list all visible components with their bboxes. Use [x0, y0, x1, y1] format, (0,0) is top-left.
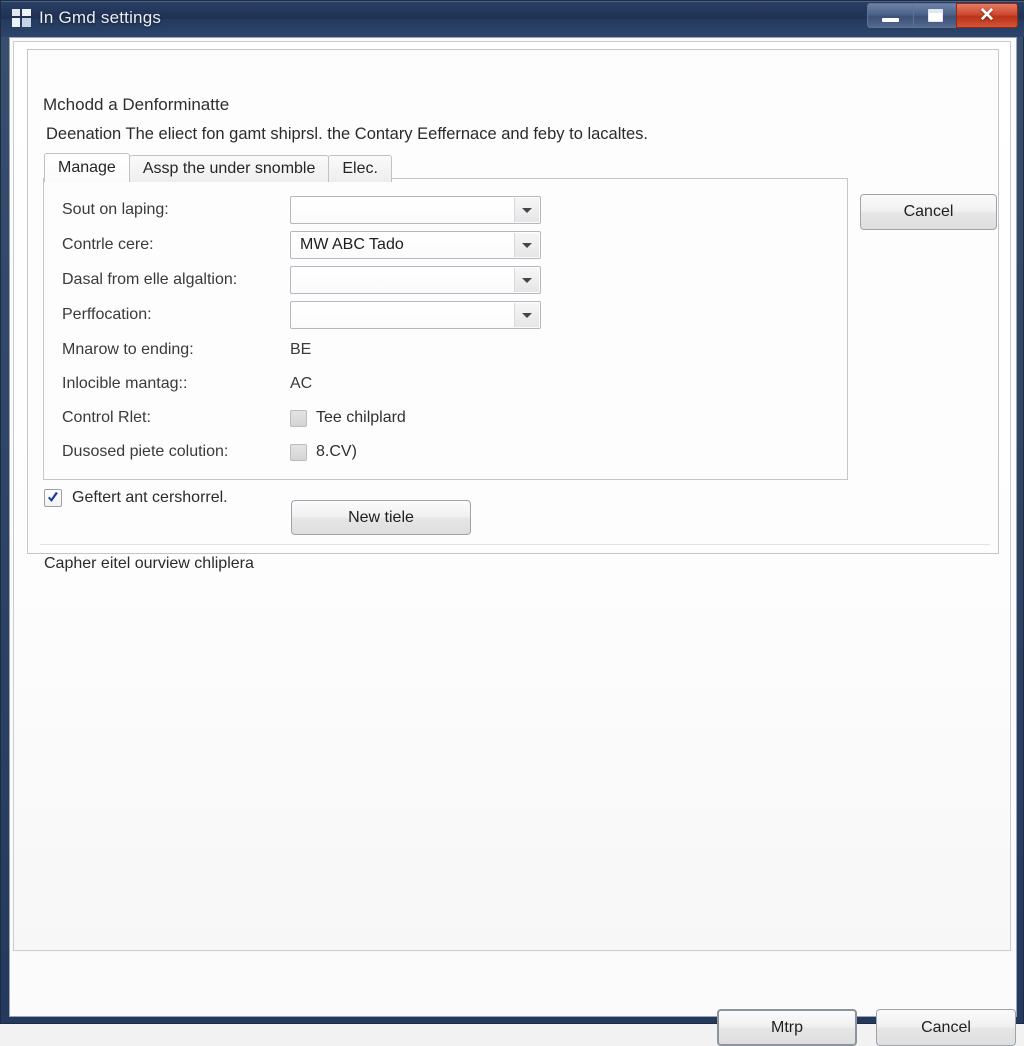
form-row-perffocation: Perffocation:	[62, 301, 541, 329]
group-legend: Mchodd a Denforminatte	[38, 95, 235, 115]
checkbox-label: Tee chilplard	[316, 409, 406, 426]
form-row-mnarow-to-ending: Mnarow to ending: BE	[62, 336, 311, 364]
tab-strip: Manage Assp the under snomble Elec.	[44, 153, 392, 182]
tab-elec[interactable]: Elec.	[328, 155, 392, 182]
field-label: Contrle cere:	[62, 236, 154, 253]
tab-label: Elec.	[342, 160, 378, 177]
checkbox-label: 8.CV)	[316, 443, 357, 460]
tab-manage[interactable]: Manage	[44, 153, 130, 182]
button-label: New tiele	[348, 508, 414, 526]
button-label: Cancel	[903, 203, 954, 220]
control-rlet-checkbox[interactable]: Tee chilplard	[290, 409, 406, 427]
minimize-icon	[882, 17, 899, 22]
new-tiele-button[interactable]: New tiele	[291, 500, 471, 535]
tab-assp-the-under-snomble[interactable]: Assp the under snomble	[128, 155, 330, 182]
checkbox-box[interactable]	[44, 489, 62, 507]
button-label: Mtrp	[771, 1018, 803, 1036]
chevron-down-icon[interactable]	[514, 233, 539, 257]
contrle-cere-dropdown[interactable]: MW ABC Tado	[290, 231, 541, 259]
cancel-button[interactable]: Cancel	[860, 194, 997, 230]
tab-panel: Sout on laping: Contrle cere: MW ABC Tad…	[43, 178, 848, 480]
form-row-control-rlet: Control Rlet: Tee chilplard	[62, 404, 406, 432]
field-label: Inlocible mantag::	[62, 375, 188, 392]
close-button[interactable]: ✕	[956, 3, 1018, 28]
footer-text: Capher eitel ourview chliplera	[44, 555, 254, 572]
window-title: In Gmd settings	[39, 8, 162, 27]
cancel-button-bottom[interactable]: Cancel	[876, 1009, 1016, 1046]
sout-on-laping-dropdown[interactable]	[290, 196, 541, 224]
footer-separator	[40, 544, 990, 545]
chevron-down-icon[interactable]	[514, 303, 539, 327]
checkmark-icon	[48, 492, 58, 502]
form-row-dasal-from-elle-algaltion: Dasal from elle algaltion:	[62, 266, 541, 294]
close-icon: ✕	[979, 5, 995, 26]
title-bar: In Gmd settings ✕	[1, 1, 1024, 37]
maximize-icon	[927, 9, 943, 22]
form-row-sout-on-laping: Sout on laping:	[62, 196, 541, 224]
field-label: Dasal from elle algaltion:	[62, 271, 238, 288]
tab-label: Manage	[58, 159, 116, 176]
minimize-button[interactable]	[867, 3, 914, 28]
chevron-down-icon[interactable]	[514, 198, 539, 222]
field-label: Mnarow to ending:	[62, 341, 194, 358]
form-row-dusosed-piete-colution: Dusosed piete colution: 8.CV)	[62, 438, 357, 466]
tab-label: Assp the under snomble	[142, 160, 316, 177]
dasal-from-elle-algaltion-dropdown[interactable]	[290, 266, 541, 294]
checkbox-box[interactable]	[290, 443, 307, 461]
maximize-button[interactable]	[913, 3, 957, 28]
checkbox-label: Geftert ant cershorrel.	[72, 489, 228, 506]
client-area: Mchodd a Denforminatte Deenation The eli…	[9, 37, 1017, 1046]
content-panel: Mchodd a Denforminatte Deenation The eli…	[13, 41, 1011, 951]
chevron-down-icon[interactable]	[514, 268, 539, 292]
group-description: Deenation The eliect fon gamt shiprsl. t…	[46, 125, 648, 143]
mnarow-to-ending-value: BE	[290, 341, 312, 358]
combo-value: MW ABC Tado	[300, 236, 404, 253]
field-label: Dusosed piete colution:	[62, 443, 229, 460]
form-row-inlocible-mantag: Inlocible mantag:: AC	[62, 370, 312, 398]
dusosed-piete-colution-checkbox[interactable]: 8.CV)	[290, 443, 357, 461]
perffocation-dropdown[interactable]	[290, 301, 541, 329]
button-label: Cancel	[921, 1018, 971, 1036]
geftert-ant-cershorrel-checkbox[interactable]: Geftert ant cershorrel.	[44, 489, 228, 507]
field-label: Perffocation:	[62, 306, 152, 323]
checkbox-box[interactable]	[290, 409, 307, 427]
field-label: Sout on laping:	[62, 201, 169, 218]
window-grid-icon	[12, 9, 31, 27]
application-window: In Gmd settings ✕ Mchodd a Denforminatte…	[0, 0, 1024, 1046]
form-row-contrle-cere: Contrle cere: MW ABC Tado	[62, 231, 541, 259]
inlocible-mantag-value: AC	[290, 375, 313, 392]
mtrp-button[interactable]: Mtrp	[717, 1009, 857, 1046]
field-label: Control Rlet:	[62, 409, 151, 426]
